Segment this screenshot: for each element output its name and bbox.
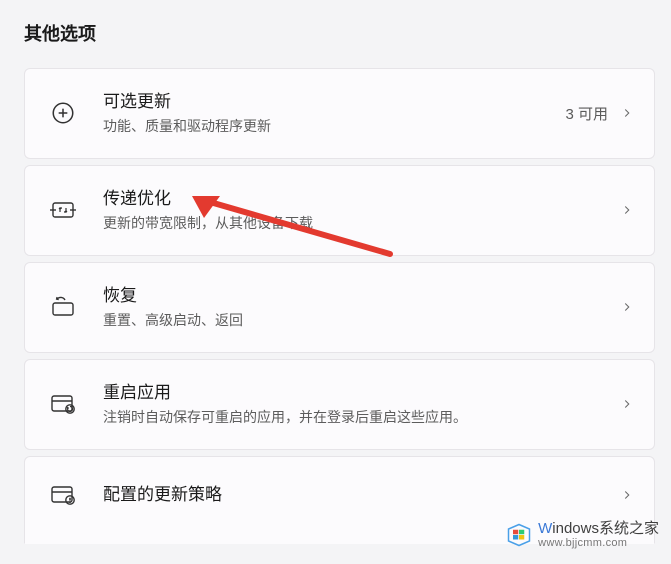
item-subtitle: 功能、质量和驱动程序更新 xyxy=(103,117,565,136)
restart-apps-icon xyxy=(45,386,81,422)
chevron-right-icon xyxy=(618,395,636,413)
chevron-right-icon xyxy=(618,104,636,122)
item-badge: 3 可用 xyxy=(565,103,608,124)
recovery-icon xyxy=(45,289,81,325)
item-title: 传递优化 xyxy=(103,188,618,210)
update-policy-icon xyxy=(45,477,81,513)
list-item-configured-update-policies[interactable]: 配置的更新策略 xyxy=(24,456,655,544)
delivery-optimization-icon xyxy=(45,192,81,228)
item-subtitle: 更新的带宽限制，从其他设备下载 xyxy=(103,214,618,233)
item-subtitle: 重置、高级启动、返回 xyxy=(103,311,618,330)
plus-circle-icon xyxy=(45,95,81,131)
chevron-right-icon xyxy=(618,298,636,316)
chevron-right-icon xyxy=(618,201,636,219)
item-subtitle: 注销时自动保存可重启的应用，并在登录后重启这些应用。 xyxy=(103,408,618,427)
list-item-delivery-optimization[interactable]: 传递优化 更新的带宽限制，从其他设备下载 xyxy=(24,165,655,256)
item-title: 配置的更新策略 xyxy=(103,484,618,506)
section-title: 其他选项 xyxy=(24,0,655,46)
list-item-optional-updates[interactable]: 可选更新 功能、质量和驱动程序更新 3 可用 xyxy=(24,68,655,159)
list-item-restart-apps[interactable]: 重启应用 注销时自动保存可重启的应用，并在登录后重启这些应用。 xyxy=(24,359,655,450)
chevron-right-icon xyxy=(618,486,636,504)
list-item-recovery[interactable]: 恢复 重置、高级启动、返回 xyxy=(24,262,655,353)
item-title: 可选更新 xyxy=(103,91,565,113)
item-title: 恢复 xyxy=(103,285,618,307)
item-title: 重启应用 xyxy=(103,382,618,404)
